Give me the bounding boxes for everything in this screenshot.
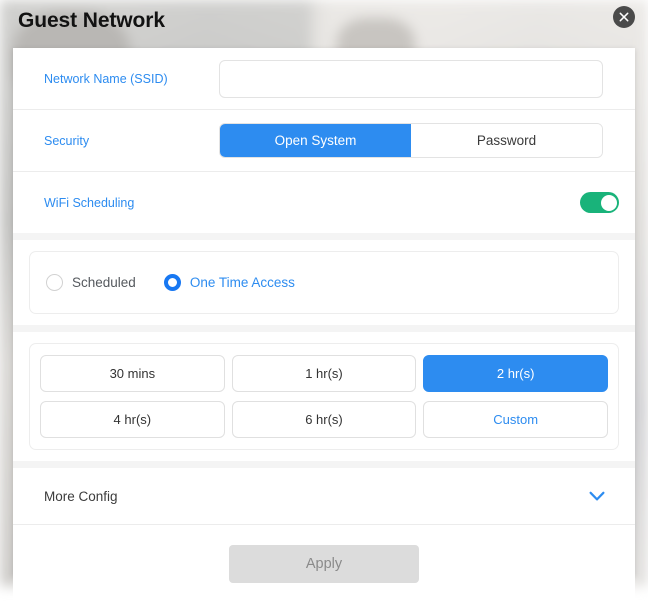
security-option-password[interactable]: Password	[411, 124, 602, 157]
duration-section: 30 mins 1 hr(s) 2 hr(s) 4 hr(s) 6 hr(s) …	[13, 332, 635, 461]
schedule-mode-group: Scheduled One Time Access	[29, 251, 619, 314]
security-segmented-control: Open System Password	[219, 123, 603, 158]
duration-button-6-hr[interactable]: 6 hr(s)	[232, 401, 417, 438]
wifi-scheduling-row: WiFi Scheduling	[13, 172, 635, 233]
close-button[interactable]	[613, 6, 635, 28]
radio-indicator	[164, 274, 181, 291]
duration-grid: 30 mins 1 hr(s) 2 hr(s) 4 hr(s) 6 hr(s) …	[40, 355, 608, 438]
guest-network-dialog: Guest Network Network Name (SSID) Securi…	[0, 0, 648, 586]
ssid-row: Network Name (SSID)	[13, 48, 635, 109]
close-icon	[619, 12, 629, 22]
radio-one-time-access-label: One Time Access	[190, 275, 295, 290]
section-gap	[13, 461, 635, 468]
more-config-section: More Config Apply	[13, 468, 635, 603]
security-option-open-system[interactable]: Open System	[220, 124, 411, 157]
duration-card: 30 mins 1 hr(s) 2 hr(s) 4 hr(s) 6 hr(s) …	[29, 343, 619, 450]
section-gap	[13, 233, 635, 240]
section-gap	[13, 325, 635, 332]
ssid-input[interactable]	[219, 60, 603, 98]
chevron-down-icon[interactable]	[589, 491, 619, 502]
security-row: Security Open System Password	[13, 110, 635, 171]
duration-button-1-hr[interactable]: 1 hr(s)	[232, 355, 417, 392]
radio-scheduled[interactable]: Scheduled	[46, 274, 136, 291]
more-config-row[interactable]: More Config	[13, 468, 635, 524]
toggle-knob	[601, 195, 617, 211]
duration-button-custom[interactable]: Custom	[423, 401, 608, 438]
page-title: Guest Network	[18, 9, 165, 33]
more-config-label: More Config	[44, 489, 118, 504]
duration-button-2-hr[interactable]: 2 hr(s)	[423, 355, 608, 392]
security-label: Security	[29, 134, 219, 148]
duration-button-4-hr[interactable]: 4 hr(s)	[40, 401, 225, 438]
duration-button-30-mins[interactable]: 30 mins	[40, 355, 225, 392]
wifi-scheduling-label: WiFi Scheduling	[29, 196, 219, 210]
dialog-body: Network Name (SSID) Security Open System…	[13, 48, 635, 576]
ssid-section: Network Name (SSID) Security Open System…	[13, 48, 635, 233]
security-field-wrap: Open System Password	[219, 123, 619, 158]
wifi-scheduling-toggle[interactable]	[580, 192, 619, 213]
radio-scheduled-label: Scheduled	[72, 275, 136, 290]
ssid-field-wrap	[219, 60, 619, 98]
dialog-header: Guest Network	[0, 0, 648, 48]
ssid-label: Network Name (SSID)	[29, 72, 219, 86]
dialog-footer: Apply	[13, 525, 635, 603]
schedule-mode-section: Scheduled One Time Access	[13, 240, 635, 325]
radio-one-time-access[interactable]: One Time Access	[164, 274, 295, 291]
wifi-scheduling-field-wrap	[219, 192, 619, 213]
radio-indicator	[46, 274, 63, 291]
apply-button[interactable]: Apply	[229, 545, 419, 583]
